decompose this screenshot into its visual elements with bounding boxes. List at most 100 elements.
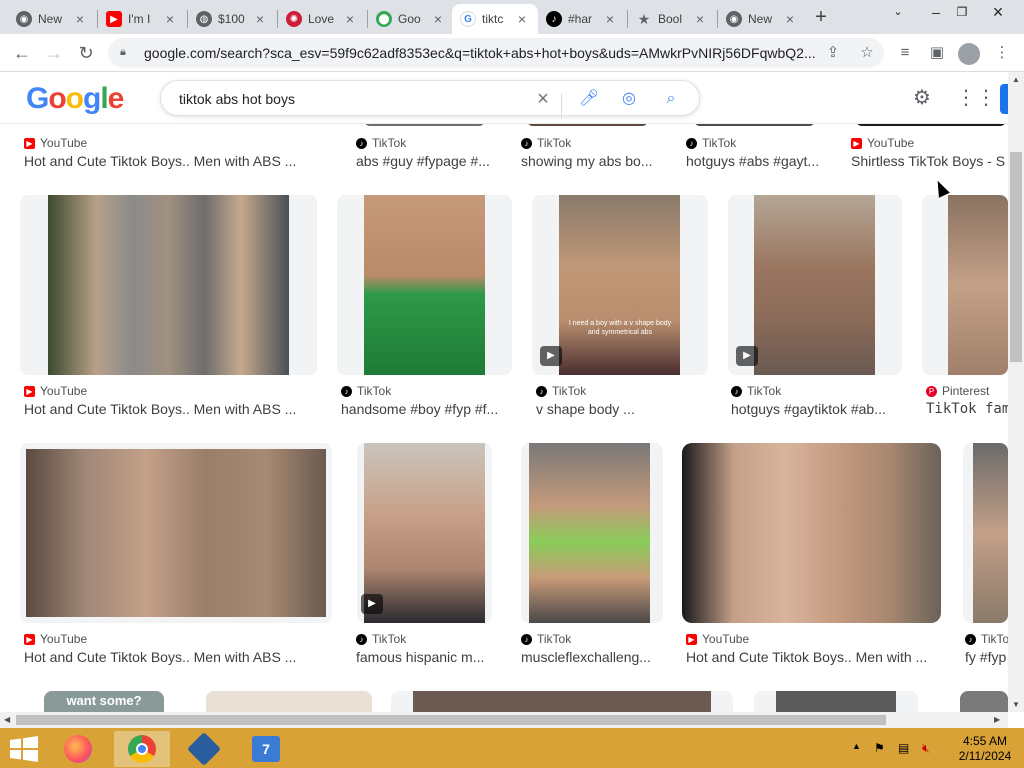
back-button[interactable]: ← [10,41,34,65]
result-source[interactable]: ♪ TikTok [965,632,1008,646]
result-title[interactable]: handsome #boy #fyp #f... [341,401,509,417]
close-icon[interactable]: × [782,11,798,27]
result-thumbnail[interactable]: want some? [44,691,164,712]
close-icon[interactable]: × [252,11,268,27]
result-source[interactable]: ▶ YouTube [24,136,87,150]
reload-button[interactable]: ↻ [74,41,98,65]
apps-grid-icon[interactable]: ⋮⋮ [956,86,996,110]
result-source[interactable]: ▶ YouTube [851,136,914,150]
result-thumbnail[interactable] [521,443,663,623]
result-thumbnail[interactable] [682,443,941,623]
minimize-button[interactable]: – [922,2,950,24]
result-title[interactable]: abs #guy #fypage #... [356,153,506,169]
result-source[interactable]: ♪ TikTok [686,136,736,150]
media-icon[interactable]: ≡ [895,43,915,63]
result-source[interactable]: ♪ TikTok [521,136,571,150]
tray-expand-icon[interactable]: ▲ [852,741,861,751]
address-bar[interactable]: 🔒︎ google.com/search?sca_esv=59f9c62adf8… [108,38,884,68]
taskbar-firefox[interactable] [50,731,106,767]
result-thumbnail[interactable]: ▶ [728,195,902,375]
flag-icon[interactable]: ⚑ [874,741,885,755]
search-input[interactable] [179,89,529,109]
close-icon[interactable]: × [514,11,530,27]
clear-search-icon[interactable]: × [533,89,553,109]
taskbar-app[interactable]: 7 [238,731,294,767]
result-thumbnail[interactable] [856,124,1006,126]
volume-muted-icon[interactable]: 🔇︎ [922,741,930,756]
scroll-down-arrow[interactable]: ▼ [1012,700,1020,709]
close-icon[interactable]: × [692,11,708,27]
close-icon[interactable]: × [162,11,178,27]
result-source[interactable]: ▶ YouTube [686,632,749,646]
tab-5[interactable]: ⬤ Goo × [368,4,454,34]
start-button[interactable] [8,736,40,762]
result-source[interactable]: ♪ TikTok [536,384,586,398]
tab-7[interactable]: ♪ #har × [538,4,626,34]
tab-9[interactable]: ◉ New × [718,4,806,34]
result-source[interactable]: ▶ YouTube [24,384,87,398]
scrollbar-thumb[interactable] [16,715,886,725]
taskbar-clock[interactable]: 4:55 AM 2/11/2024 [955,734,1015,764]
lens-icon[interactable]: ◎ [619,89,639,109]
scroll-right-arrow[interactable]: ▶ [994,715,1000,724]
tab-search-icon[interactable]: ⌄ [884,2,912,24]
tab-4[interactable]: ✺ Love × [278,4,366,34]
result-thumbnail[interactable] [391,691,733,712]
result-thumbnail[interactable] [754,691,918,712]
settings-gear-icon[interactable]: ⚙ [910,86,934,110]
result-thumbnail[interactable] [20,195,317,375]
network-icon[interactable]: ▤ [898,741,909,755]
result-source[interactable]: ♪ TikTok [356,136,406,150]
horizontal-scrollbar[interactable]: ◀ ▶ [0,712,1008,728]
result-thumbnail[interactable]: I need a boy with a v shape body and sym… [532,195,708,375]
bookmark-star-icon[interactable]: ☆ [858,44,876,62]
result-title[interactable]: Hot and Cute Tiktok Boys.. Men with ABS … [24,401,324,417]
result-thumbnail[interactable] [960,691,1008,712]
result-thumbnail[interactable] [694,124,815,126]
tab-2[interactable]: ▶ I'm I × [98,4,186,34]
close-icon[interactable]: × [72,11,88,27]
result-source[interactable]: ♪ TikTok [341,384,391,398]
result-title[interactable]: famous hispanic m... [356,649,496,665]
restore-button[interactable]: ❐ [948,2,976,24]
taskbar-virtualbox[interactable] [176,731,232,767]
result-title[interactable]: fy #fyp [965,649,1008,665]
microphone-icon[interactable]: 🎤︎ [579,89,599,109]
result-title[interactable]: Hot and Cute Tiktok Boys.. Men with ABS … [24,649,324,665]
result-thumbnail[interactable] [527,124,648,126]
result-title[interactable]: Shirtless TikTok Boys - S [851,153,1008,169]
tab-1[interactable]: ◉ New × [8,4,96,34]
taskbar-chrome[interactable] [114,731,170,767]
search-icon[interactable]: ⌕ [661,89,681,109]
close-icon[interactable]: × [430,11,446,27]
forward-button[interactable]: → [42,41,66,65]
result-thumbnail[interactable] [963,443,1008,623]
result-source[interactable]: ♪ TikTok [521,632,571,646]
result-title[interactable]: muscleflexchalleng... [521,649,663,665]
result-title[interactable]: TikTok fam [926,401,1008,417]
url-text[interactable]: google.com/search?sca_esv=59f9c62adf8353… [144,45,834,61]
result-title[interactable]: hotguys #gaytiktok #ab... [731,401,899,417]
result-source[interactable]: ♪ TikTok [731,384,781,398]
close-icon[interactable]: × [342,11,358,27]
new-tab-button[interactable]: + [810,7,832,29]
result-thumbnail[interactable] [922,195,1008,375]
scrollbar-thumb[interactable] [1010,152,1022,362]
tab-8[interactable]: ★ Bool × [628,4,716,34]
close-icon[interactable]: × [602,11,618,27]
close-window-button[interactable]: × [984,2,1012,24]
scroll-left-arrow[interactable]: ◀ [4,715,10,724]
result-thumbnail[interactable] [206,691,372,712]
google-logo[interactable]: Google [26,82,124,116]
profile-avatar[interactable] [958,43,980,65]
search-box[interactable]: × 🎤︎ ◎ ⌕ [160,80,700,119]
tab-active[interactable]: G tiktc × [452,4,538,34]
result-source[interactable]: ♪ TikTok [356,632,406,646]
tab-3[interactable]: ◍ $100 × [188,4,276,34]
vertical-scrollbar[interactable]: ▲ ▼ [1008,72,1024,712]
result-thumbnail[interactable] [337,195,512,375]
result-title[interactable]: v shape body ... [536,401,704,417]
result-source[interactable]: ▶ YouTube [24,632,87,646]
result-source[interactable]: P Pinterest [926,384,989,398]
result-title[interactable]: Hot and Cute Tiktok Boys.. Men with ABS … [24,153,324,169]
